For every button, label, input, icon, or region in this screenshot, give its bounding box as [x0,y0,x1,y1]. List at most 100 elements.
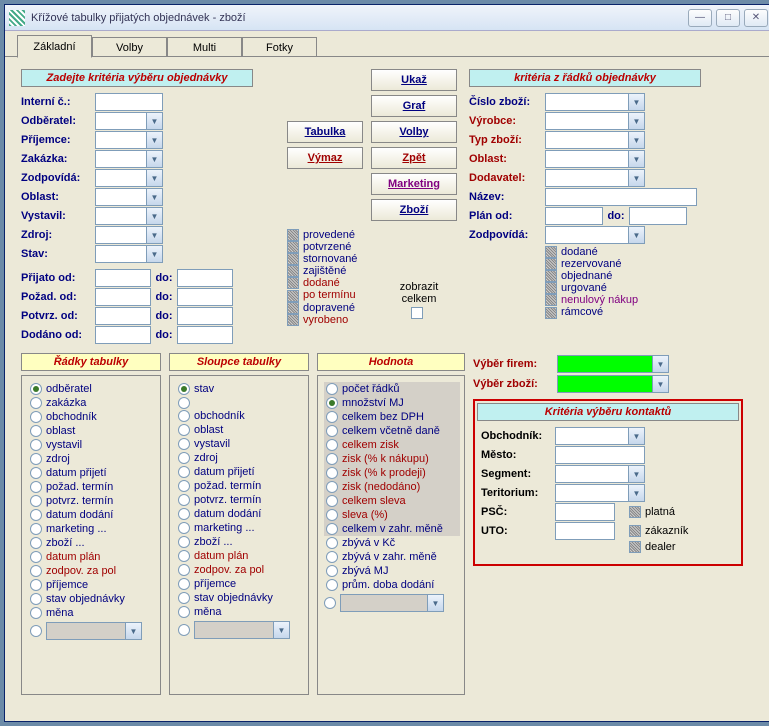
radio-sloupce-0[interactable] [178,383,190,395]
radio-sloupce-9[interactable] [178,508,190,520]
radio-radky-14[interactable] [30,579,42,591]
radio-radky-16[interactable] [30,607,42,619]
radio-sloupce-13[interactable] [178,564,190,576]
combo-cislo-zbozi[interactable]: ▼ [545,93,645,111]
input-dodano-do[interactable] [177,326,233,344]
btn-zpet[interactable]: Zpět [371,147,457,169]
chk-r-rezervovane[interactable] [545,258,557,270]
chk-r-ramcove[interactable] [545,307,557,319]
input-pozad-od[interactable] [95,288,151,306]
radio-sloupce-5[interactable] [178,452,190,464]
tab-volby[interactable]: Volby [92,37,167,57]
radio-radky-4[interactable] [30,439,42,451]
radio-hodnota-2[interactable] [326,411,338,423]
radio-hodnota-10[interactable] [326,523,338,535]
chk-r-nenulovy[interactable] [545,294,557,306]
combo-dodavatel[interactable]: ▼ [545,169,645,187]
radio-radky-6[interactable] [30,467,42,479]
chk-vyrobeno[interactable] [287,314,299,326]
radio-sloupce-4[interactable] [178,438,190,450]
chk-r-urgovane[interactable] [545,282,557,294]
radio-sloupce-15[interactable] [178,592,190,604]
btn-volby[interactable]: Volby [371,121,457,143]
chk-stornovane[interactable] [287,253,299,265]
radio-radky-10[interactable] [30,523,42,535]
combo-k-obchodnik[interactable]: ▼ [555,427,645,445]
radio-radky-3[interactable] [30,425,42,437]
combo-radky-extra[interactable]: ▼ [46,622,142,640]
chk-k-dealer[interactable] [629,541,641,553]
combo-zodpovida[interactable]: ▼ [95,169,163,187]
input-plan-do[interactable] [629,207,687,225]
chk-r-dodane[interactable] [545,246,557,258]
radio-hodnota-14[interactable] [326,579,338,591]
combo-sloupce-extra[interactable]: ▼ [194,621,290,639]
radio-radky-9[interactable] [30,509,42,521]
radio-sloupce-10[interactable] [178,522,190,534]
tab-fotky[interactable]: Fotky [242,37,317,57]
chk-potvrzene[interactable] [287,241,299,253]
input-potvrz-od[interactable] [95,307,151,325]
input-k-mesto[interactable] [555,446,645,464]
maximize-button[interactable]: □ [716,9,740,27]
tab-multi[interactable]: Multi [167,37,242,57]
radio-hodnota-7[interactable] [326,481,338,493]
input-pozad-do[interactable] [177,288,233,306]
btn-marketing[interactable]: Marketing [371,173,457,195]
combo-stav[interactable]: ▼ [95,245,163,263]
minimize-button[interactable]: — [688,9,712,27]
radio-hodnota-9[interactable] [326,509,338,521]
chk-dodane[interactable] [287,277,299,289]
radio-radky-2[interactable] [30,411,42,423]
radio-radky-15[interactable] [30,593,42,605]
combo-vyber-zbozi[interactable]: ▼ [557,375,669,393]
combo-hodnota-extra[interactable]: ▼ [340,594,444,612]
input-prijato-do[interactable] [177,269,233,287]
input-plan-od[interactable] [545,207,603,225]
chk-dopravene[interactable] [287,302,299,314]
radio-hodnota-0[interactable] [326,383,338,395]
radio-hodnota-combo[interactable] [324,597,336,609]
btn-tabulka[interactable]: Tabulka [287,121,363,143]
chk-zobrazit-celkem[interactable] [411,307,423,319]
input-prijato-od[interactable] [95,269,151,287]
radio-sloupce-12[interactable] [178,550,190,562]
combo-prijemce[interactable]: ▼ [95,131,163,149]
btn-ukaz[interactable]: Ukaž [371,69,457,91]
input-k-uto[interactable] [555,522,615,540]
combo-zakazka[interactable]: ▼ [95,150,163,168]
radio-hodnota-5[interactable] [326,453,338,465]
combo-oblast[interactable]: ▼ [95,188,163,206]
radio-radky-8[interactable] [30,495,42,507]
radio-hodnota-12[interactable] [326,551,338,563]
input-interni[interactable] [95,93,163,111]
chk-poterminu[interactable] [287,290,299,302]
input-nazev[interactable] [545,188,697,206]
radio-radky-0[interactable] [30,383,42,395]
btn-zbozi[interactable]: Zboží [371,199,457,221]
radio-sloupce-14[interactable] [178,578,190,590]
radio-hodnota-11[interactable] [326,537,338,549]
combo-vyber-firem[interactable]: ▼ [557,355,669,373]
chk-zajistene[interactable] [287,265,299,277]
radio-radky-1[interactable] [30,397,42,409]
radio-sloupce-2[interactable] [178,410,190,422]
combo-k-teritorium[interactable]: ▼ [555,484,645,502]
combo-vystavil[interactable]: ▼ [95,207,163,225]
radio-sloupce-11[interactable] [178,536,190,548]
radio-radky-13[interactable] [30,565,42,577]
radio-sloupce-combo[interactable] [178,624,190,636]
chk-k-platna[interactable] [629,506,641,518]
tab-zakladni[interactable]: Základní [17,35,92,58]
combo-zodpovida2[interactable]: ▼ [545,226,645,244]
radio-hodnota-8[interactable] [326,495,338,507]
radio-sloupce-3[interactable] [178,424,190,436]
btn-vymaz[interactable]: Výmaz [287,147,363,169]
radio-sloupce-1[interactable] [178,397,190,409]
chk-r-objednane[interactable] [545,270,557,282]
combo-oblast2[interactable]: ▼ [545,150,645,168]
input-potvrz-do[interactable] [177,307,233,325]
radio-hodnota-13[interactable] [326,565,338,577]
combo-odberatel[interactable]: ▼ [95,112,163,130]
close-button[interactable]: ✕ [744,9,768,27]
